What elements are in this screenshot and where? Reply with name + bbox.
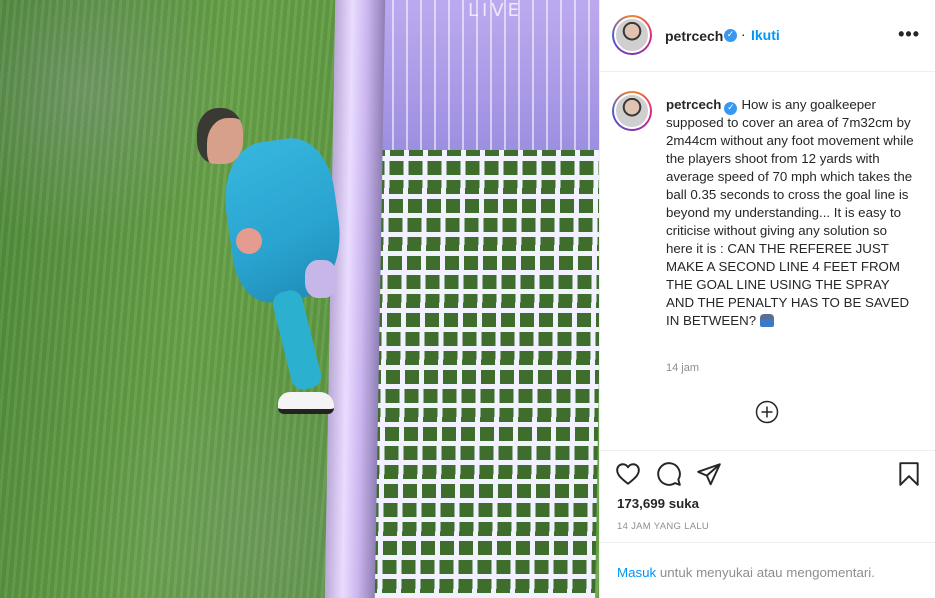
post-side-panel: petrcech ✓ · Ikuti ••• petrcech ✓ How is a…: [599, 0, 935, 598]
goal-net: [358, 150, 599, 598]
author-username[interactable]: petrcech: [665, 28, 723, 44]
goal-net-upper: [378, 0, 599, 150]
verified-badge-icon: ✓: [724, 29, 737, 42]
post-image[interactable]: LIVE: [0, 0, 599, 598]
more-options-icon[interactable]: •••: [898, 24, 920, 45]
login-link[interactable]: Masuk: [617, 565, 656, 580]
caption-section: petrcech ✓ How is any goalkeeper supposed …: [600, 72, 935, 450]
likes-count[interactable]: 173,699 suka: [617, 496, 699, 511]
post-timestamp[interactable]: 14 JAM YANG LALU: [617, 521, 709, 532]
caption-text: How is any goalkeeper supposed to cover …: [666, 97, 914, 328]
follow-button[interactable]: Ikuti: [751, 27, 780, 43]
login-suffix: untuk menyukai atau mengomentari.: [656, 565, 875, 580]
caption-time: 14 jam: [666, 362, 700, 374]
bookmark-icon[interactable]: [896, 461, 922, 487]
goal-post: [324, 0, 386, 598]
login-prompt: Masuk untuk menyukai atau mengomentari.: [600, 542, 935, 598]
person-shrugging-emoji-icon: [760, 314, 775, 327]
author-avatar[interactable]: [612, 15, 652, 55]
caption-username[interactable]: petrcech: [666, 97, 721, 112]
goalkeeper-head: [197, 108, 243, 164]
goalkeeper-boot: [278, 392, 334, 414]
verified-badge-icon: ✓: [724, 102, 738, 115]
live-overlay-text: LIVE: [468, 0, 524, 21]
comment-bubble-icon[interactable]: [656, 461, 682, 487]
caption: petrcech ✓ How is any goalkeeper supposed …: [666, 96, 916, 330]
login-prompt-text: Masuk untuk menyukai atau mengomentari.: [617, 565, 875, 580]
heart-icon[interactable]: [615, 461, 641, 487]
avatar-image: [614, 93, 650, 129]
post-actions: 173,699 suka 14 JAM YANG LALU: [600, 450, 935, 542]
caption-author-avatar[interactable]: [612, 91, 652, 131]
plus-circle-icon[interactable]: [755, 400, 779, 424]
post-header: petrcech ✓ · Ikuti •••: [600, 0, 935, 72]
paper-plane-icon[interactable]: [696, 461, 722, 487]
goalkeeper-hand: [236, 228, 262, 254]
separator-dot: ·: [741, 26, 746, 42]
goalkeeper-glove: [305, 260, 337, 298]
avatar-image: [614, 17, 650, 53]
